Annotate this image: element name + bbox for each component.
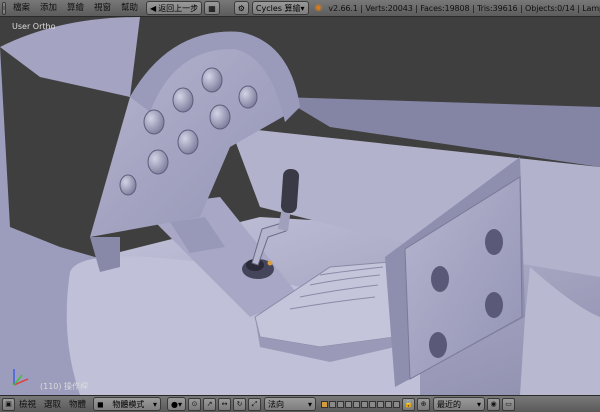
scene-icon[interactable]: ⚙ [233, 1, 249, 15]
chevron-down-icon: ▾ [308, 399, 313, 409]
scene-render [0, 17, 600, 395]
rotate-icon[interactable]: ↻ [233, 397, 247, 411]
menu-view[interactable]: 檢視 [15, 398, 40, 410]
top-menu: 檔案 添加 算繪 視窗 幫助 [8, 0, 143, 16]
editor-type-icon[interactable]: ▣ [2, 397, 15, 411]
chevron-down-icon: ▾ [477, 399, 482, 409]
back-arrow-icon: ◀ [150, 3, 157, 13]
object-info-label: (110) 操作桿 [40, 382, 89, 391]
3d-viewport[interactable]: User Ortho (110) 操作桿 [0, 17, 600, 395]
pivot-point-icon[interactable]: ⊙ [188, 397, 202, 411]
manipulator-icon[interactable]: ↗ [203, 397, 217, 411]
view-name-label: User Ortho [12, 22, 56, 31]
menu-select[interactable]: 選取 [40, 398, 65, 410]
scale-icon[interactable]: ⤢ [248, 397, 262, 411]
transform-orientation-select[interactable]: 法向 ▾ [264, 397, 317, 411]
menu-render[interactable]: 算繪 [62, 0, 89, 16]
snap-target-select[interactable]: 最近的 ▾ [433, 397, 486, 411]
chevron-down-icon: ▾ [153, 399, 158, 409]
scene-stats: v2.66.1 | Verts:20043 | Faces:19808 | Tr… [328, 3, 600, 13]
screen-layout-icon[interactable]: ▦ [204, 1, 220, 15]
snap-icon[interactable]: ⊕ [417, 397, 431, 411]
menu-object[interactable]: 物體 [65, 398, 90, 410]
mode-select[interactable]: ◼ 物體模式 ▾ [93, 397, 162, 411]
menu-add[interactable]: 添加 [35, 0, 62, 16]
layer-buttons[interactable] [320, 400, 400, 408]
chevron-down-icon: ▾ [300, 3, 305, 13]
editor-type-icon[interactable]: i [2, 1, 6, 15]
render-icon[interactable]: ◉ [487, 397, 501, 411]
info-header: i 檔案 添加 算繪 視窗 幫助 ◀ 返回上一步 ▦ ⚙ Cycles 算繪 ▾ ◉… [0, 0, 600, 17]
lock-icon[interactable]: 🔒 [402, 397, 416, 411]
menu-help[interactable]: 幫助 [116, 0, 143, 16]
viewport-shading-select[interactable]: ●▾ [167, 397, 187, 411]
menu-window[interactable]: 視窗 [89, 0, 116, 16]
blender-logo-icon: ◉ [314, 3, 323, 13]
render-engine-select[interactable]: Cycles 算繪 ▾ [251, 1, 309, 15]
back-to-previous-button[interactable]: ◀ 返回上一步 [146, 1, 203, 15]
object-mode-icon: ◼ [97, 399, 104, 409]
menu-file[interactable]: 檔案 [8, 0, 35, 16]
camera-icon[interactable]: ▭ [502, 397, 516, 411]
3d-view-header: ▣ 檢視 選取 物體 ◼ 物體模式 ▾ ●▾ ⊙ ↗ ↔ ↻ ⤢ 法向 ▾ 🔒 ⊕ 最… [0, 395, 600, 412]
translate-icon[interactable]: ↔ [218, 397, 232, 411]
